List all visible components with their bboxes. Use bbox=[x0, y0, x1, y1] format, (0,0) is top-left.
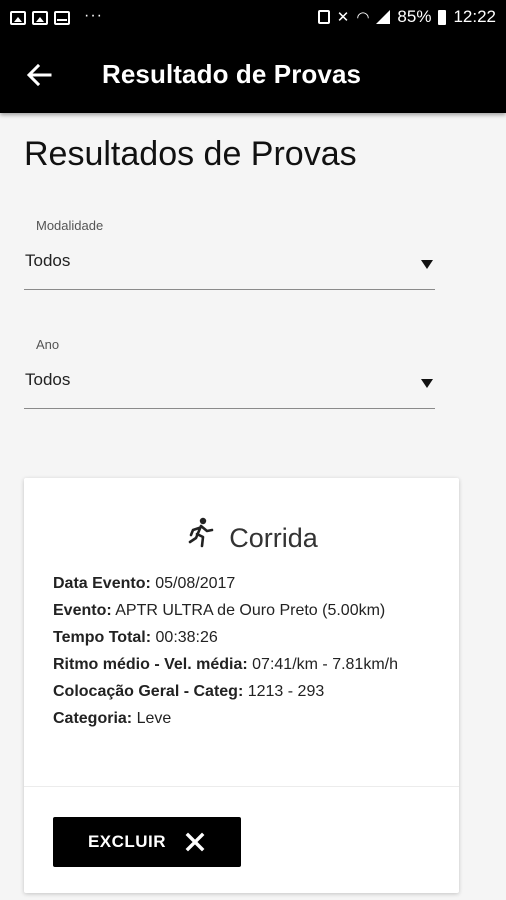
signal-icon bbox=[376, 10, 391, 24]
page-title: Resultados de Provas bbox=[24, 135, 357, 173]
clock: 12:22 bbox=[453, 7, 496, 26]
result-details: Data Evento: 05/08/2017 Evento: APTR ULT… bbox=[53, 570, 438, 732]
modalidade-value: Todos bbox=[25, 251, 71, 270]
card-title: Corrida bbox=[229, 522, 318, 553]
detail-value: 05/08/2017 bbox=[155, 575, 236, 592]
detail-value: 1213 - 293 bbox=[247, 683, 325, 700]
detail-row-date: Data Evento: 05/08/2017 bbox=[53, 570, 438, 597]
field-underline bbox=[24, 289, 435, 290]
detail-value: 07:41/km - 7.81km/h bbox=[252, 656, 398, 673]
wifi-icon: ◠ bbox=[356, 9, 370, 26]
ano-label: Ano bbox=[36, 337, 60, 352]
detail-row-category: Categoria: Leve bbox=[53, 705, 438, 732]
card-header: Corrida bbox=[24, 516, 459, 553]
detail-row-placement: Colocação Geral - Categ: 1213 - 293 bbox=[53, 678, 438, 705]
app-bar-title: Resultado de Provas bbox=[102, 59, 362, 89]
app-bar: Resultado de Provas bbox=[0, 36, 506, 113]
detail-label: Colocação Geral - Categ: bbox=[53, 683, 244, 700]
dropdown-arrow-icon bbox=[421, 379, 433, 388]
alarm-icon bbox=[317, 10, 330, 24]
detail-label: Data Evento: bbox=[53, 575, 151, 592]
gallery-notification-icon bbox=[32, 11, 48, 25]
image-notification-icon bbox=[10, 11, 26, 25]
back-button[interactable] bbox=[22, 58, 56, 92]
card-divider bbox=[24, 786, 459, 787]
detail-label: Ritmo médio - Vel. média: bbox=[53, 656, 248, 673]
detail-label: Tempo Total: bbox=[53, 629, 152, 646]
battery-icon bbox=[438, 9, 447, 25]
ano-select[interactable]: Ano Todos bbox=[24, 337, 435, 409]
result-card: Corrida Data Evento: 05/08/2017 Evento: … bbox=[24, 478, 459, 893]
running-icon bbox=[188, 517, 214, 548]
detail-row-total-time: Tempo Total: 00:38:26 bbox=[53, 624, 438, 651]
detail-row-pace: Ritmo médio - Vel. média: 07:41/km - 7.8… bbox=[53, 651, 438, 678]
modalidade-select[interactable]: Modalidade Todos bbox=[24, 218, 435, 290]
ano-value: Todos bbox=[25, 370, 71, 389]
more-notifications-icon: ··· bbox=[84, 7, 103, 24]
close-icon bbox=[185, 832, 205, 852]
detail-value: Leve bbox=[136, 710, 172, 727]
detail-label: Categoria: bbox=[53, 710, 133, 727]
back-arrow-icon bbox=[26, 63, 52, 87]
mail-notification-icon bbox=[54, 11, 70, 25]
detail-value: APTR ULTRA de Ouro Preto (5.00km) bbox=[115, 602, 386, 619]
battery-percent: 85% bbox=[397, 7, 432, 26]
detail-row-event: Evento: APTR ULTRA de Ouro Preto (5.00km… bbox=[53, 597, 438, 624]
status-bar: ··· ✕ ◠ 85% 12:22 bbox=[0, 0, 506, 36]
dropdown-arrow-icon bbox=[421, 260, 433, 269]
field-underline bbox=[24, 408, 435, 409]
delete-button-label: EXCLUIR bbox=[87, 832, 167, 851]
notification-icons: ··· bbox=[10, 7, 103, 27]
detail-label: Evento: bbox=[53, 602, 112, 619]
system-icons: ✕ ◠ 85% 12:22 bbox=[317, 7, 496, 27]
delete-button[interactable]: EXCLUIR bbox=[53, 817, 241, 867]
detail-value: 00:38:26 bbox=[155, 629, 218, 646]
modalidade-label: Modalidade bbox=[36, 218, 104, 233]
mute-icon: ✕ bbox=[336, 9, 350, 26]
